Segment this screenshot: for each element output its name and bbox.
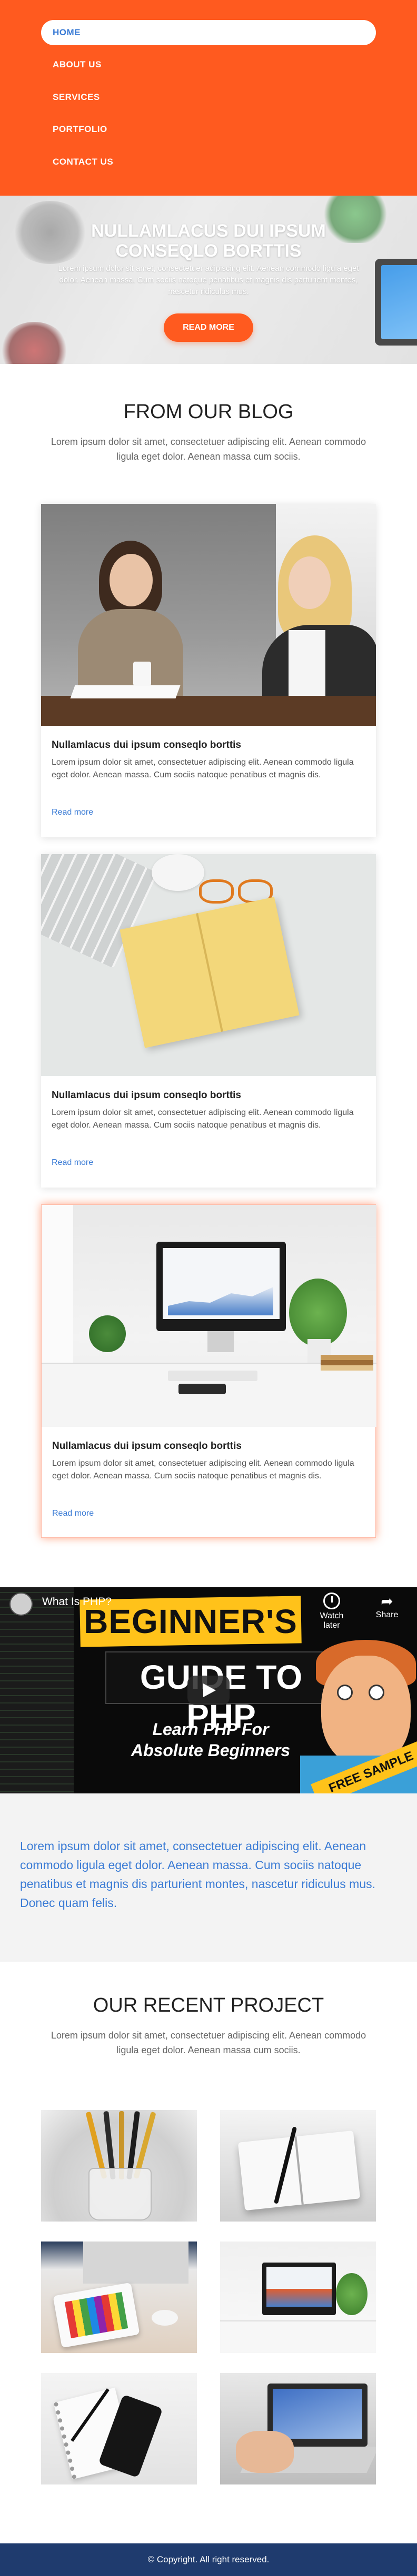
project-thumbnail[interactable] (220, 2110, 376, 2222)
video-player[interactable]: BEGINNER'S GUIDE TO PHP Learn PHP For Ab… (0, 1587, 417, 1793)
project-thumbnail[interactable] (41, 2373, 197, 2484)
project-thumbnail[interactable] (41, 2110, 197, 2222)
blog-card-image (41, 504, 376, 726)
nav-menu: HOME ABOUT US SERVICES PORTFOLIO CONTACT… (0, 0, 417, 196)
share-label: Share (375, 1610, 399, 1619)
blog-card-text: Lorem ipsum dolor sit amet, consectetuer… (52, 1459, 354, 1480)
blog-card-title: Nullamlacus dui ipsum conseqlo borttis (52, 1441, 242, 1452)
blog-card[interactable]: Nullamlacus dui ipsum conseqlo borttis L… (41, 854, 376, 1188)
hero-subtitle: Lorem ipsum dolor sit amet, consectetuer… (58, 264, 359, 296)
footer: © Copyright. All right reserved. (0, 2543, 417, 2576)
blog-card-image (41, 854, 376, 1076)
watch-later-button[interactable]: Watch later (311, 1593, 353, 1630)
read-more-link[interactable]: Read more (52, 808, 93, 817)
share-button[interactable]: ➦ Share (366, 1593, 408, 1620)
blog-card-text: Lorem ipsum dolor sit amet, consectetuer… (52, 758, 354, 779)
project-thumbnail[interactable] (220, 2373, 376, 2484)
nav-item-home[interactable]: HOME (41, 20, 376, 45)
blog-card-title: Nullamlacus dui ipsum conseqlo borttis (52, 739, 241, 751)
read-more-button[interactable]: READ MORE (164, 313, 253, 342)
nav-item-about-us[interactable]: ABOUT US (41, 52, 376, 77)
blog-section-subtitle: Lorem ipsum dolor sit amet, consectetuer… (51, 437, 366, 462)
share-icon: ➦ (381, 1593, 393, 1609)
blog-card[interactable]: Nullamlacus dui ipsum conseqlo borttis L… (41, 504, 376, 837)
nav-item-contact-us[interactable]: CONTACT US (41, 149, 376, 175)
project-thumbnail[interactable] (220, 2242, 376, 2353)
projects-section-subtitle: Lorem ipsum dolor sit amet, consectetuer… (51, 2030, 366, 2055)
play-icon[interactable] (187, 1676, 230, 1705)
hero-banner: NULLAMLACUS DUI IPSUM CONSEQLO BORTTIS L… (0, 196, 417, 364)
watch-later-label: Watch later (320, 1611, 344, 1630)
project-thumbnail[interactable] (41, 2242, 197, 2353)
video-banner-line1: BEGINNER'S (84, 1603, 297, 1640)
blog-card-image (42, 1205, 376, 1427)
read-more-link[interactable]: Read more (52, 1158, 93, 1168)
nav-item-services[interactable]: SERVICES (41, 85, 376, 110)
channel-avatar[interactable] (9, 1593, 33, 1616)
clock-icon (323, 1593, 340, 1609)
blog-card[interactable]: Nullamlacus dui ipsum conseqlo borttis L… (41, 1204, 376, 1538)
copyright-text: © Copyright. All right reserved. (147, 2554, 270, 2564)
blog-card-text: Lorem ipsum dolor sit amet, consectetuer… (52, 1108, 354, 1130)
hero-title: NULLAMLACUS DUI IPSUM CONSEQLO BORTTIS (91, 221, 326, 261)
read-more-link[interactable]: Read more (52, 1509, 94, 1518)
video-banner-line3: Learn PHP For Absolute Beginners (131, 1720, 291, 1760)
projects-section-title: OUR RECENT PROJECT (93, 1994, 324, 2016)
nav-item-portfolio[interactable]: PORTFOLIO (41, 117, 376, 142)
blog-section-title: FROM OUR BLOG (123, 401, 294, 423)
quote-section: Lorem ipsum dolor sit amet, consectetuer… (0, 1793, 417, 1962)
blog-card-title: Nullamlacus dui ipsum conseqlo borttis (52, 1090, 241, 1101)
quote-text: Lorem ipsum dolor sit amet, consectetuer… (20, 1839, 375, 1910)
video-title[interactable]: What Is PHP? (42, 1596, 112, 1608)
